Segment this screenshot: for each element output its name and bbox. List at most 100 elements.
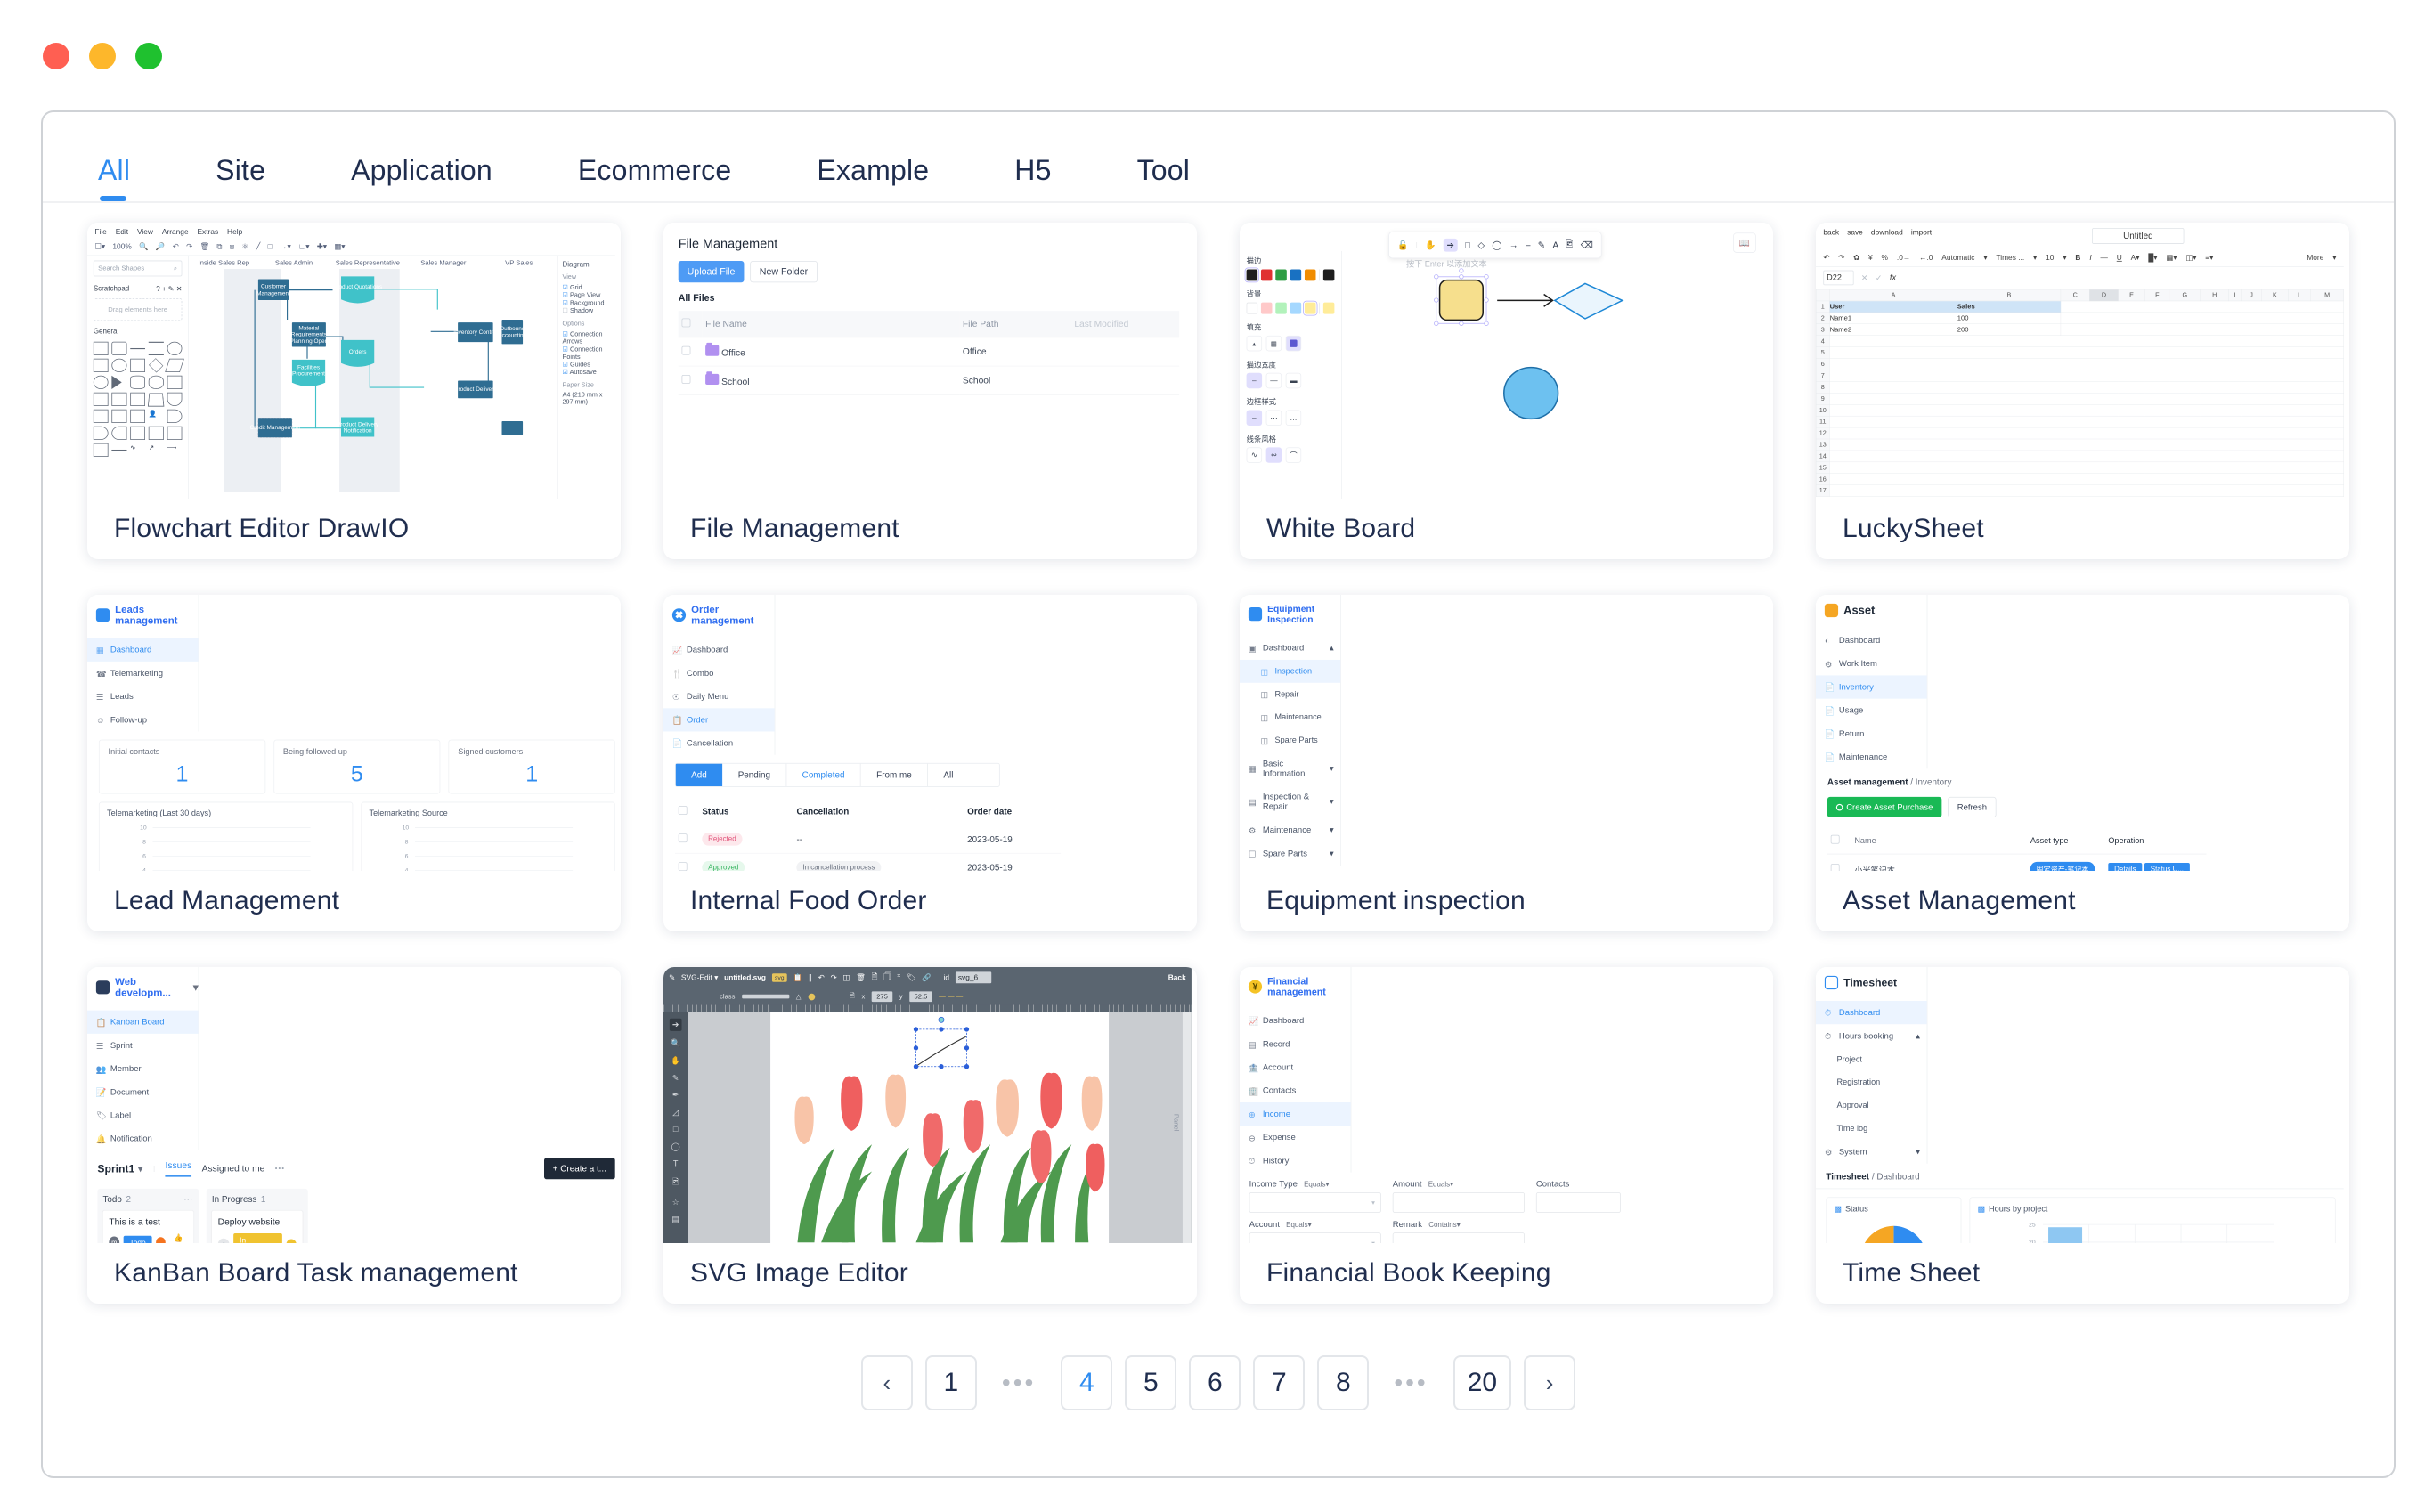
tab-pending[interactable]: Pending — [722, 763, 787, 787]
shape-circle[interactable] — [111, 358, 127, 372]
next-page-button[interactable]: › — [1524, 1355, 1576, 1410]
diamond-icon[interactable]: ◇ — [1477, 240, 1485, 250]
select-all-checkbox[interactable] — [1830, 834, 1840, 844]
template-card-kanban[interactable]: Web developm... ▾ 📋 Kanban Board ☰ Sprint 👥… — [87, 967, 621, 1304]
undo-icon[interactable]: ↶ — [1823, 254, 1829, 263]
move-top-icon[interactable]: ⤒ — [897, 973, 900, 982]
scratchpad-actions[interactable]: ? + ✎ ✕ — [156, 285, 182, 294]
tab-issues[interactable]: Issues — [165, 1160, 192, 1177]
sidebar-item-time-log[interactable]: Time log — [1816, 1117, 1927, 1140]
stroke-thin-button[interactable]: – — [1246, 372, 1263, 389]
paste-icon[interactable]: 🗍 — [883, 971, 891, 984]
clone-icon[interactable]: 📋 — [793, 973, 802, 982]
sidebar-item-usage[interactable]: 📄 Usage — [1816, 699, 1927, 722]
flowchart-canvas[interactable]: CustomerManagement MaterialRequirementsP… — [189, 269, 557, 499]
menu-file[interactable]: File — [94, 227, 106, 236]
amount-input[interactable] — [1392, 1192, 1525, 1213]
border-dotted-button[interactable]: … — [1285, 410, 1302, 426]
col-header[interactable]: F — [2144, 289, 2170, 302]
shape-card[interactable] — [167, 426, 183, 440]
tab-example[interactable]: Example — [817, 154, 929, 201]
cell-b3[interactable]: 200 — [1957, 323, 2062, 336]
format-check-pageview[interactable]: ☑ Page View — [563, 291, 612, 299]
rect-icon[interactable]: □ — [673, 1125, 679, 1134]
contacts-input[interactable] — [1535, 1192, 1621, 1213]
menu-edit[interactable]: Edit — [116, 227, 128, 236]
row-header[interactable]: 6 — [1816, 358, 1830, 370]
group-icon[interactable]: ◫ — [842, 973, 850, 982]
function-icon[interactable]: fx — [1890, 273, 1896, 283]
row-header[interactable]: 14 — [1816, 450, 1830, 463]
arrow-icon[interactable]: →▾ — [280, 242, 291, 251]
text-color-button[interactable]: A▾ — [2131, 254, 2140, 263]
sidebar-item-leads[interactable]: ☰ Leads — [87, 685, 199, 708]
shape-tape[interactable] — [167, 392, 183, 406]
shape-rounded[interactable] — [111, 341, 127, 355]
underline-button[interactable]: U — [2117, 254, 2122, 263]
shape-triangle[interactable] — [111, 375, 122, 389]
svg-canvas[interactable] — [770, 1012, 1110, 1243]
row-checkbox[interactable] — [678, 833, 688, 842]
cell-a1[interactable]: User — [1829, 300, 1957, 313]
stroke-swatch[interactable] — [1304, 269, 1316, 281]
sidebar-item-label[interactable]: 🏷 Label — [87, 1104, 199, 1127]
sidebar-item-maintenance-group[interactable]: ⚙ Maintenance ▾ — [1240, 818, 1340, 842]
text-icon[interactable]: T — [673, 1158, 679, 1168]
kanban-card[interactable]: This is a test m Todo 👍 0 — [102, 1210, 194, 1243]
sidebar-item-dashboard[interactable]: 📈 Dashboard — [663, 638, 775, 662]
menu-extras[interactable]: Extras — [197, 227, 218, 236]
prev-page-button[interactable]: ‹ — [860, 1355, 913, 1410]
table-row[interactable]: School School — [678, 366, 1180, 395]
shadow-icon[interactable]: □ — [268, 242, 273, 251]
shape-group-general[interactable]: General — [87, 322, 188, 337]
sidebar-item-registration[interactable]: Registration — [1816, 1071, 1927, 1094]
link-icon[interactable]: 🔗 — [922, 973, 931, 982]
column-last-modified[interactable]: Last Modified — [1070, 311, 1180, 338]
zoom-in-icon[interactable]: 🔍 — [139, 242, 148, 251]
page-icon[interactable]: ☐▾ — [94, 242, 105, 251]
breadcrumb-leaf[interactable]: Dashboard — [1876, 1171, 1919, 1181]
col-header[interactable]: G — [2169, 289, 2201, 302]
shape-divider[interactable] — [111, 449, 127, 451]
status-update-button[interactable]: Status U... — [2144, 862, 2190, 871]
document-title-input[interactable]: Untitled — [2092, 228, 2185, 244]
row-checkbox[interactable] — [1830, 863, 1840, 871]
zoom-level[interactable]: 100% — [112, 242, 131, 251]
decimal-inc-icon[interactable]: .0→ — [1897, 254, 1910, 263]
upload-file-button[interactable]: Upload File — [678, 260, 745, 283]
cell-b1[interactable]: Sales — [1957, 300, 2062, 313]
stroke-swatch[interactable] — [1290, 269, 1302, 281]
row-checkbox[interactable] — [678, 862, 688, 871]
back-button[interactable]: back — [1823, 228, 1839, 244]
select-icon[interactable]: ➔ — [669, 1018, 682, 1031]
sidebar-item-dashboard[interactable]: ⏱ Dashboard — [1816, 1001, 1927, 1025]
redo-icon[interactable]: ↷ — [1838, 254, 1844, 263]
template-card-drawio[interactable]: File Edit View Arrange Extras Help ☐▾ 10… — [87, 223, 621, 559]
redo-icon[interactable]: ↷ — [186, 242, 192, 251]
page-ellipsis-right[interactable]: ••• — [1381, 1355, 1441, 1410]
row-header[interactable]: 9 — [1816, 393, 1830, 405]
template-card-timesheet[interactable]: Timesheet ⏱ Dashboard ⏱ Hours booking ▴ Pro… — [1816, 967, 2349, 1304]
shape-list[interactable] — [93, 443, 109, 457]
row-header[interactable]: 1 — [1816, 300, 1830, 313]
scratchpad-dropzone[interactable]: Drag elements here — [93, 298, 183, 321]
column-name[interactable]: Name — [1851, 827, 2028, 855]
shape-cylinder[interactable] — [130, 375, 146, 389]
page-4-button[interactable]: 4 — [1061, 1355, 1113, 1410]
row-header[interactable]: 16 — [1816, 473, 1830, 485]
format-check-autosave[interactable]: ☑ Autosave — [563, 369, 612, 377]
select-all-checkbox[interactable] — [681, 318, 691, 328]
cell-a2[interactable]: Name1 — [1829, 312, 1957, 324]
line-architect-button[interactable]: ∿ — [1246, 447, 1263, 463]
account-select[interactable]: ▾ — [1249, 1232, 1381, 1243]
delete-icon[interactable]: 🗑 — [199, 242, 209, 251]
tab-completed[interactable]: Completed — [786, 763, 861, 787]
vertical-scrollbar[interactable] — [1182, 1012, 1192, 1243]
column-file-path[interactable]: File Path — [959, 311, 1071, 338]
shape-cube[interactable] — [111, 392, 127, 406]
undo-icon[interactable]: ↶ — [818, 973, 825, 982]
sidebar-item-basic-information[interactable]: ▦ Basic Information ▾ — [1240, 752, 1340, 784]
template-card-svg-editor[interactable]: ✎ SVG-Edit ▾ untitled.svg svg 📋 ∥ ↶ ↷ ◫ 🗑 🗎… — [663, 967, 1197, 1304]
page-8-button[interactable]: 8 — [1317, 1355, 1370, 1410]
pencil-icon[interactable]: ✎ — [1538, 240, 1545, 250]
